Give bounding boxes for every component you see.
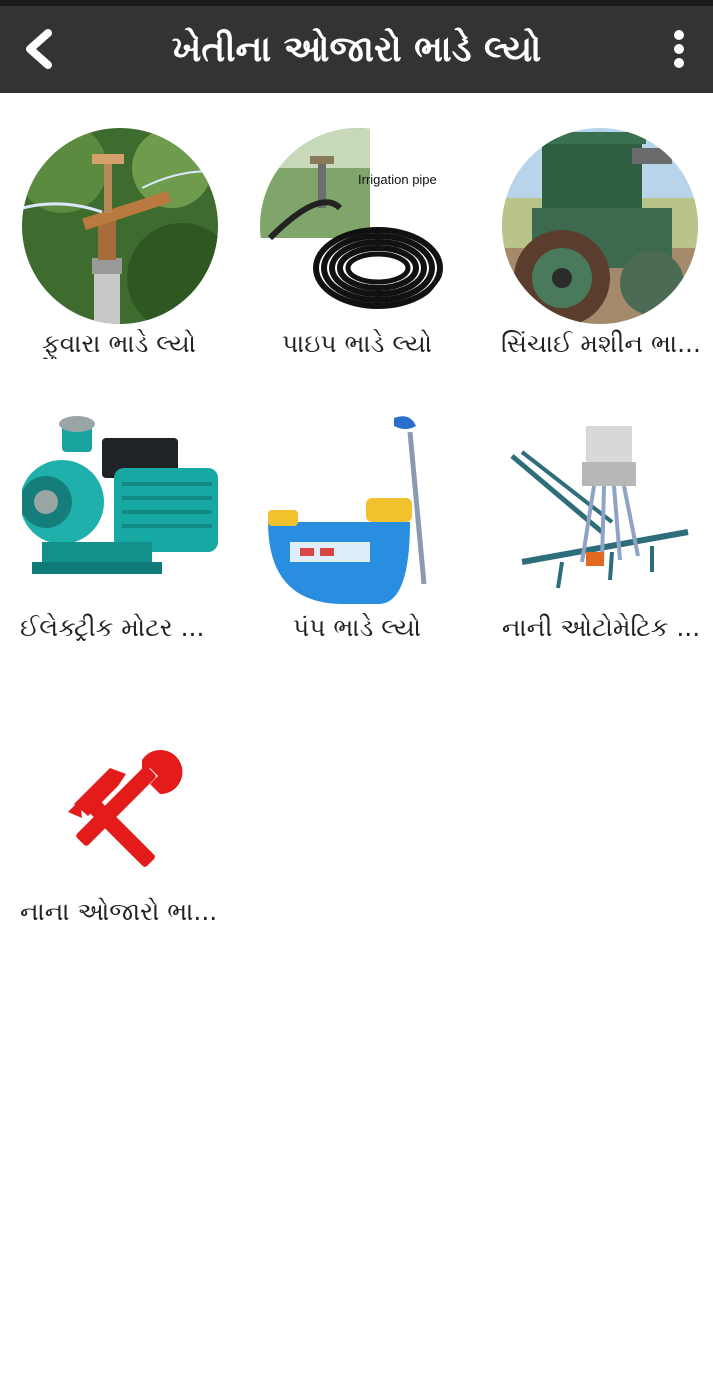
chevron-left-icon (26, 29, 52, 69)
hammer-wrench-icon (22, 696, 218, 892)
app-bar: ખેતીના ઓજારો ભાડે લ્યો (0, 6, 713, 93)
item-label: પંપ ભાડે લ્યો (293, 613, 421, 642)
item-label: ફુવારા ભાડે લ્યો (41, 329, 197, 358)
electric-motor-pump-photo (22, 412, 218, 608)
more-vertical-icon (674, 30, 684, 68)
irrigation-pipe-photo: Irrigation pipe (260, 128, 456, 324)
item-small-tools[interactable]: નાના ઓજારો ભા... (0, 661, 238, 931)
item-label: ઈલેક્ટ્રીક મોટર ... (20, 613, 205, 642)
item-sprinkler[interactable]: ફુવારા ભાડે લ્યો (0, 93, 238, 363)
item-label: સિંચાઈ મશીન ભા... (501, 329, 701, 358)
diesel-engine-photo (502, 128, 698, 324)
sprayer-pump-photo (260, 412, 456, 608)
overflow-menu-button[interactable] (659, 22, 699, 76)
item-label: પાઇપ ભાડે લ્યો (281, 329, 433, 358)
item-label: નાના ઓજારો ભા... (20, 897, 218, 926)
back-button[interactable] (14, 22, 64, 76)
item-pump[interactable]: પંપ ભાડે લ્યો (238, 377, 476, 647)
item-pipe[interactable]: Irrigation pipe પાઇપ ભાડે લ્યો (238, 93, 476, 363)
pipe-image-caption: Irrigation pipe (358, 172, 437, 187)
seed-drill-photo (502, 412, 698, 608)
item-irrigation-machine[interactable]: સિંચાઈ મશીન ભા... (476, 93, 713, 363)
page-title: ખેતીના ઓજારો ભાડે લ્યો (171, 29, 542, 70)
item-automatic-seed-drill[interactable]: નાની ઓટોમેટિક ... (476, 377, 713, 647)
sprinkler-photo (22, 128, 218, 324)
item-electric-motor[interactable]: ઈલેક્ટ્રીક મોટર ... (0, 377, 238, 647)
item-label: નાની ઓટોમેટિક ... (501, 613, 701, 642)
